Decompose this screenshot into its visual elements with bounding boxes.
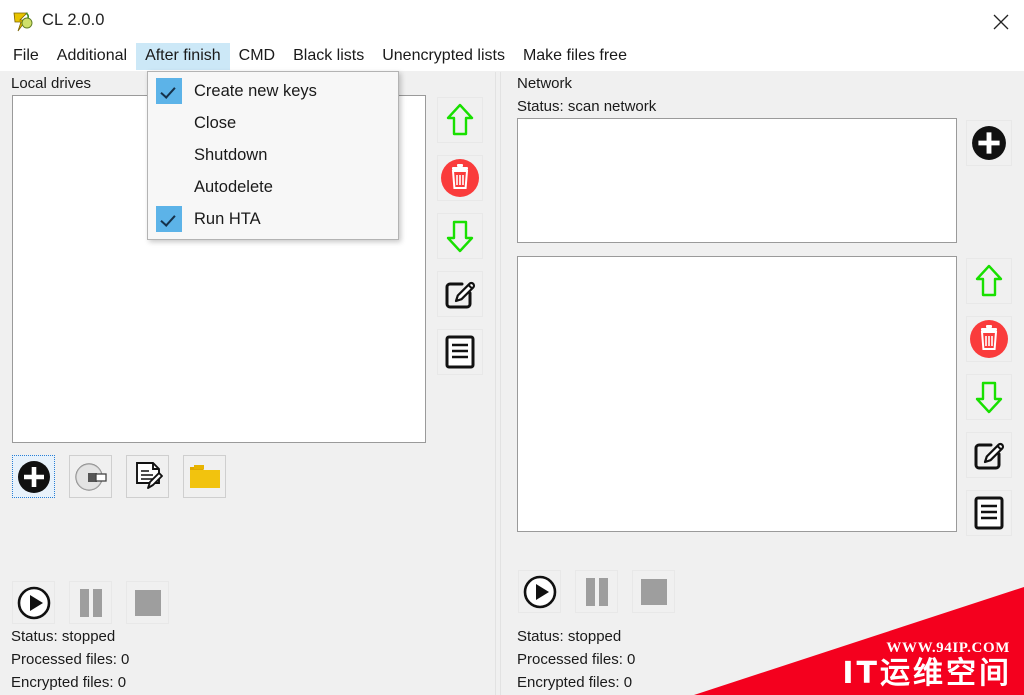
network-status-label: Status: scan network	[517, 98, 657, 115]
network-add-button[interactable]	[966, 120, 1012, 166]
title-bar: CL 2.0.0	[0, 0, 1024, 43]
dropdown-item-label: Run HTA	[194, 210, 261, 228]
left-status-text: Status: stopped	[11, 628, 116, 645]
dropdown-item-label: Shutdown	[194, 146, 268, 164]
add-source-button[interactable]	[12, 455, 55, 498]
checkmark-icon	[156, 206, 182, 232]
watermark-url: WWW.94IP.COM	[886, 640, 1010, 656]
stop-icon	[133, 588, 163, 618]
left-processed-files: Processed files: 0	[11, 651, 130, 668]
menu-item-make-files-free[interactable]: Make files free	[514, 43, 636, 70]
delete-trash-icon	[440, 158, 480, 198]
add-circle-icon	[17, 460, 51, 494]
local-drives-label: Local drives	[11, 75, 92, 92]
list-lines-icon	[443, 334, 477, 370]
dropdown-item-run-hta[interactable]: Run HTA	[148, 203, 398, 235]
pause-icon	[582, 576, 612, 608]
dropdown-item-close[interactable]: Close	[148, 107, 398, 139]
right-status-text: Status: stopped	[517, 628, 622, 645]
close-icon	[992, 13, 1010, 31]
dropdown-item-create-new-keys[interactable]: Create new keys	[148, 75, 398, 107]
checkmark-icon	[156, 78, 182, 104]
pause-button-left[interactable]	[69, 581, 112, 624]
menu-item-cmd[interactable]: CMD	[230, 43, 284, 70]
pause-button-right[interactable]	[575, 570, 618, 613]
menu-item-unencrypted-lists[interactable]: Unencrypted lists	[373, 43, 514, 70]
after-finish-dropdown: Create new keys Close Shutdown Autodelet…	[147, 71, 399, 240]
left-encrypted-files: Encrypted files: 0	[11, 674, 127, 691]
move-down-button-right[interactable]	[966, 374, 1012, 420]
pause-icon	[76, 587, 106, 619]
dropdown-item-label: Create new keys	[194, 82, 317, 100]
dropdown-item-shutdown[interactable]: Shutdown	[148, 139, 398, 171]
disc-drive-icon	[74, 460, 108, 494]
dropdown-item-label: Autodelete	[194, 178, 273, 196]
arrow-down-icon	[974, 380, 1004, 414]
play-icon	[523, 575, 557, 609]
move-down-button-left[interactable]	[437, 213, 483, 259]
delete-button-right[interactable]	[966, 316, 1012, 362]
edit-pencil-icon	[442, 276, 478, 312]
edit-button-right[interactable]	[966, 432, 1012, 478]
menu-bar: File Additional After finish CMD Black lists…	[0, 43, 1024, 71]
application-window: CL 2.0.0 File Additional After finish CMD Bl…	[0, 0, 1024, 695]
network-label: Network	[517, 75, 573, 92]
disc-drive-button[interactable]	[69, 455, 112, 498]
delete-trash-icon	[969, 319, 1009, 359]
play-button-right[interactable]	[518, 570, 561, 613]
edit-pencil-icon	[971, 437, 1007, 473]
stop-button-right[interactable]	[632, 570, 675, 613]
folder-icon	[188, 462, 222, 492]
stop-icon	[639, 577, 669, 607]
close-button[interactable]	[978, 0, 1024, 43]
watermark-name: IT运维空间	[842, 656, 1012, 691]
folder-button[interactable]	[183, 455, 226, 498]
right-encrypted-files: Encrypted files: 0	[517, 674, 633, 691]
list-button-left[interactable]	[437, 329, 483, 375]
list-button-right[interactable]	[966, 490, 1012, 536]
dropdown-item-autodelete[interactable]: Autodelete	[148, 171, 398, 203]
network-bottom-list[interactable]	[517, 256, 957, 532]
checkmark-slot	[156, 174, 182, 200]
play-button-left[interactable]	[12, 581, 55, 624]
move-up-button-right[interactable]	[966, 258, 1012, 304]
network-top-list[interactable]	[517, 118, 957, 243]
panel-divider	[495, 72, 496, 695]
move-up-button-left[interactable]	[437, 97, 483, 143]
checkmark-slot	[156, 142, 182, 168]
document-edit-icon	[131, 460, 165, 494]
menu-item-after-finish[interactable]: After finish	[136, 43, 230, 70]
menu-item-file[interactable]: File	[4, 43, 48, 70]
arrow-up-icon	[445, 103, 475, 137]
arrow-down-icon	[445, 219, 475, 253]
list-lines-icon	[972, 495, 1006, 531]
play-icon	[17, 586, 51, 620]
document-edit-button[interactable]	[126, 455, 169, 498]
menu-item-black-lists[interactable]: Black lists	[284, 43, 373, 70]
window-title: CL 2.0.0	[42, 11, 105, 29]
delete-button-left[interactable]	[437, 155, 483, 201]
edit-button-left[interactable]	[437, 271, 483, 317]
menu-item-additional[interactable]: Additional	[48, 43, 136, 70]
dropdown-item-label: Close	[194, 114, 237, 132]
checkmark-slot	[156, 110, 182, 136]
app-icon	[11, 10, 35, 34]
arrow-up-icon	[974, 264, 1004, 298]
panel-divider-2	[500, 72, 501, 695]
stop-button-left[interactable]	[126, 581, 169, 624]
right-processed-files: Processed files: 0	[517, 651, 636, 668]
add-circle-icon	[971, 125, 1007, 161]
